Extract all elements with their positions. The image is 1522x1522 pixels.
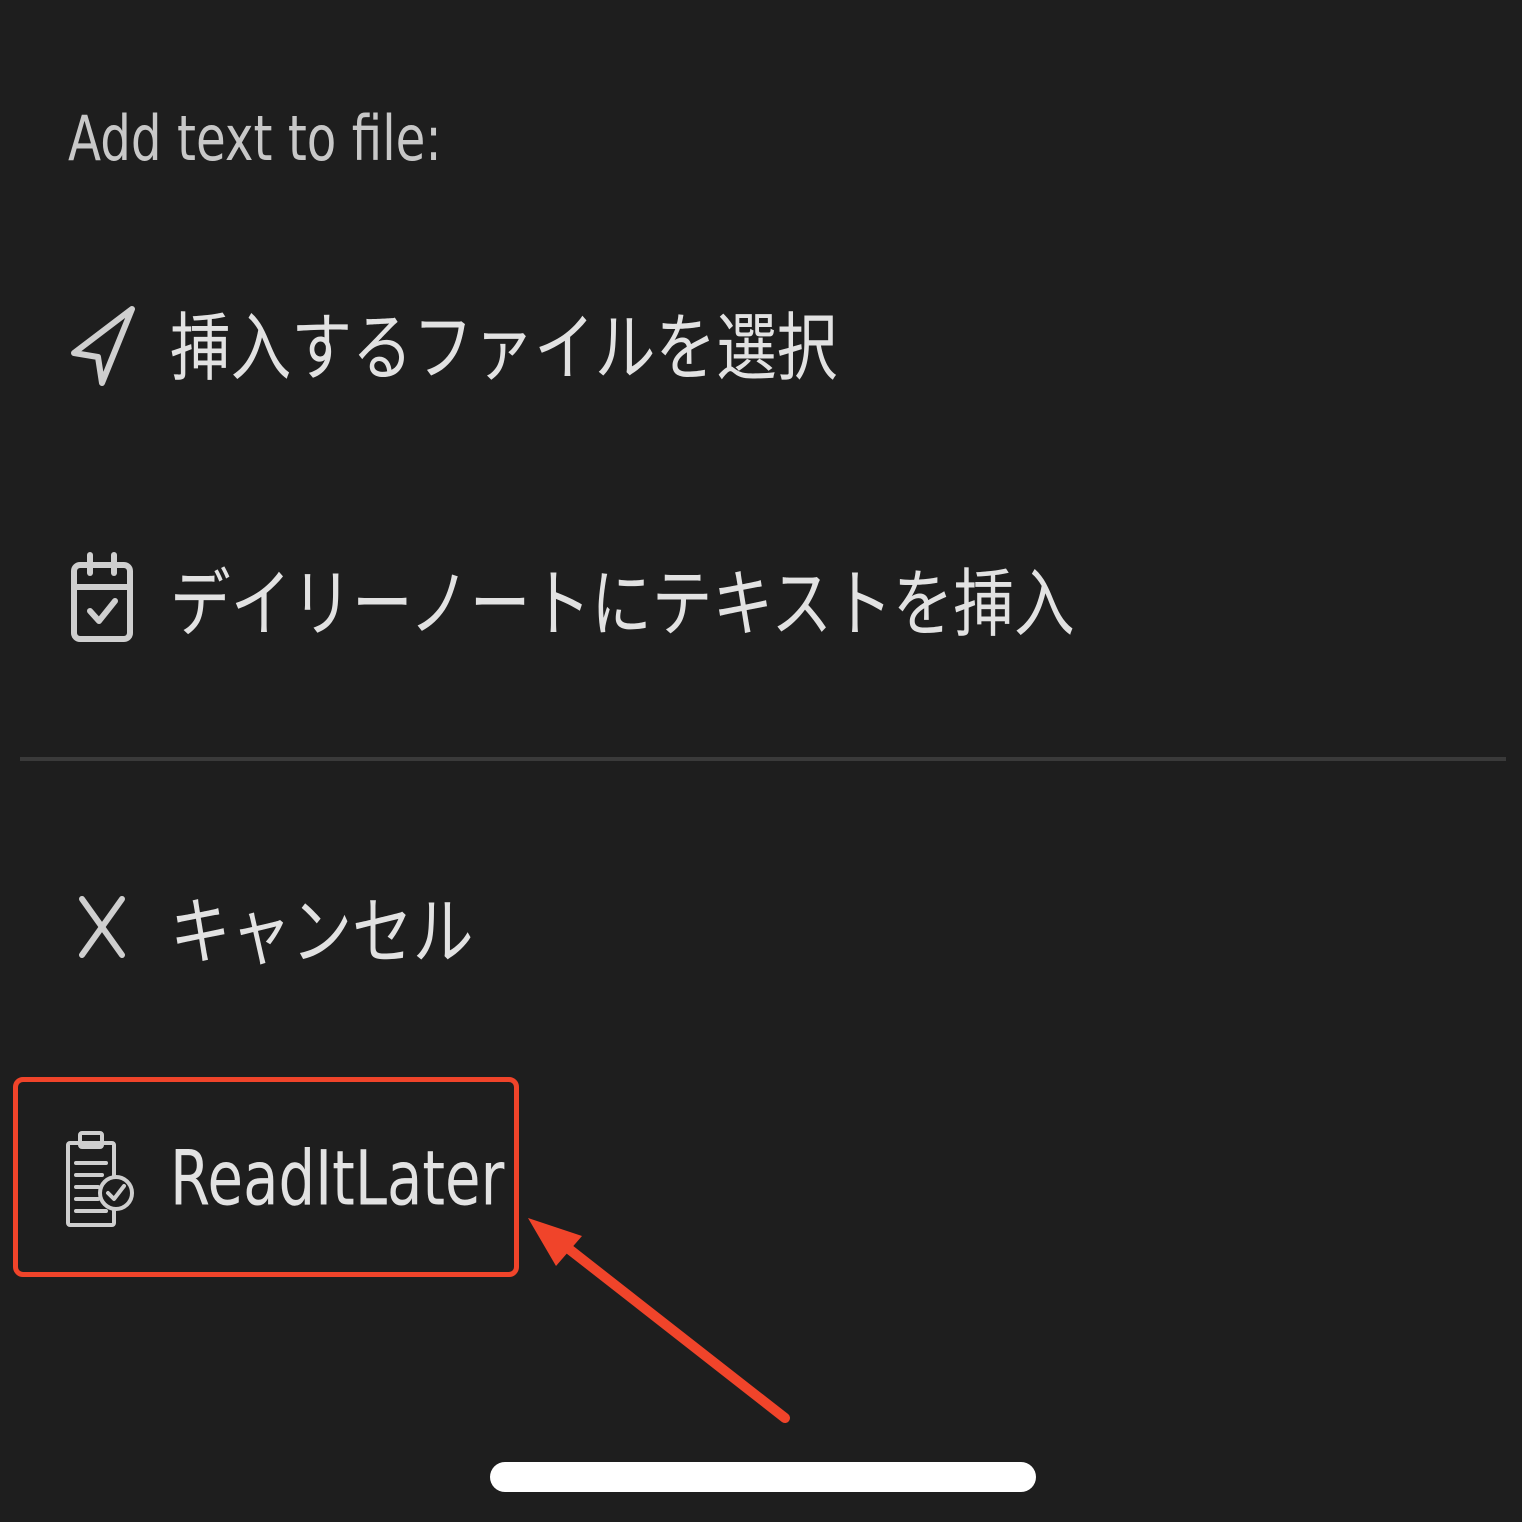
annotation-arrow — [528, 1218, 790, 1423]
close-icon — [62, 871, 142, 981]
sheet-title: Add text to file: — [68, 102, 442, 175]
calendar-check-icon — [62, 543, 142, 653]
menu-item-label: デイリーノートにテキストを挿入 — [170, 561, 1075, 648]
menu-item-select-file[interactable]: 挿入するファイルを選択 — [0, 272, 1522, 412]
menu-item-insert-daily-note[interactable]: デイリーノートにテキストを挿入 — [0, 528, 1522, 668]
annotation-highlight-box — [13, 1077, 519, 1277]
navigation-arrow-icon — [62, 287, 142, 397]
menu-item-label: キャンセル — [170, 889, 474, 976]
share-sheet: Add text to file: 挿入するファイルを選択 デイリーノートにテキ… — [0, 0, 1522, 1522]
menu-item-label: 挿入するファイルを選択 — [170, 305, 838, 392]
home-indicator[interactable] — [490, 1462, 1036, 1492]
menu-item-cancel[interactable]: キャンセル — [0, 856, 1522, 996]
menu-divider — [20, 757, 1506, 761]
